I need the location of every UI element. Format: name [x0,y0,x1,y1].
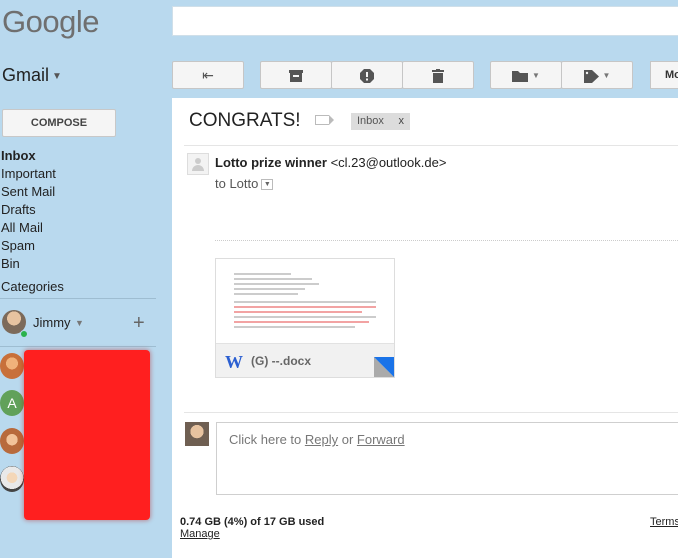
page-fold-icon [374,357,394,377]
back-button[interactable]: ⇤ [172,61,244,89]
move-to-button[interactable]: ▼ [490,61,562,89]
attachment-footer: W (G) --.docx [216,343,394,377]
attachment-name: (G) --.docx [251,354,311,368]
sidebar-item-categories[interactable]: Categories [1,279,64,294]
recipient-text: to Lotto [215,176,259,191]
message-subject: CONGRATS! [189,110,301,131]
report-spam-button[interactable] [331,61,403,89]
manage-storage-link[interactable]: Manage [180,528,220,540]
move-to-folder-icon [512,71,529,83]
sidebar-item-drafts[interactable]: Drafts [1,201,56,219]
attachment-preview [216,259,394,343]
sender-email: <cl.23@outlook.de> [330,155,447,170]
show-details-icon[interactable]: ▼ [261,179,274,191]
contact-avatar[interactable] [0,353,24,379]
report-spam-icon [360,69,374,84]
reply-box[interactable]: Click here to Reply or Forward [216,422,678,495]
recipient-line: to Lotto ▼ [215,176,274,191]
chevron-down-icon: ▼ [52,70,62,82]
labels-button[interactable]: ▼ [561,61,633,89]
label-tag-icon[interactable] [315,115,334,125]
chevron-down-icon[interactable]: ▼ [75,318,84,328]
reply-prompt: Click here to Reply or Forward [229,432,405,447]
attachment-card[interactable]: W (G) --.docx [215,258,395,378]
reading-pane: CONGRATS! Inbox x Lotto prize winner <cl… [172,98,678,558]
sidebar-item-inbox[interactable]: Inbox [1,147,56,165]
sender-line: Lotto prize winner <cl.23@outlook.de> [215,155,446,170]
labels-icon [583,69,599,83]
reply-prefix: Click here to [229,432,305,447]
chat-user-name[interactable]: Jimmy [33,315,71,330]
inbox-label-chip: Inbox x [351,113,410,130]
add-contact-icon[interactable]: + [133,312,145,335]
contact-avatar[interactable]: A [0,390,24,416]
archive-icon [289,70,303,83]
sidebar-item-spam[interactable]: Spam [1,237,56,255]
delete-icon [432,69,444,84]
reply-link[interactable]: Reply [305,432,338,447]
online-status-icon [20,330,28,338]
storage-usage: 0.74 GB (4%) of 17 GB used [180,516,325,528]
sidebar-item-bin[interactable]: Bin [1,255,56,273]
remove-label-button[interactable]: x [399,113,405,130]
divider [0,346,156,347]
archive-button[interactable] [260,61,332,89]
terms-link[interactable]: Terms [650,516,678,528]
back-arrow-icon: ⇤ [202,67,214,83]
user-avatar [185,422,209,446]
chevron-down-icon: ▼ [602,71,611,81]
left-sidebar: Gmail ▼ COMPOSE Inbox Important Sent Mail… [0,50,172,558]
chevron-down-icon: ▼ [532,71,540,81]
divider [0,298,156,299]
google-logo[interactable]: Google [2,4,99,40]
reply-or: or [338,432,357,447]
compose-button[interactable]: COMPOSE [2,109,116,137]
sidebar-item-all-mail[interactable]: All Mail [1,219,56,237]
delete-button[interactable] [402,61,474,89]
sender-avatar [187,153,209,175]
label-chip-text: Inbox [357,115,384,127]
forward-link[interactable]: Forward [357,432,405,447]
sidebar-item-sent-mail[interactable]: Sent Mail [1,183,56,201]
divider [184,412,678,413]
more-button[interactable]: Mo [650,61,678,89]
search-input[interactable] [172,6,678,36]
redaction-overlay [24,350,150,520]
top-bar: Google [0,0,678,50]
contact-avatar[interactable] [0,428,24,454]
folder-list: Inbox Important Sent Mail Drafts All Mai… [1,147,56,273]
gmail-app-switcher[interactable]: Gmail ▼ [2,65,62,86]
word-document-icon: W [225,352,243,372]
message-toolbar: ⇤ ▼ ▼ Mo [172,50,678,98]
gmail-label: Gmail [2,65,50,85]
contact-avatar[interactable] [0,466,24,492]
sidebar-item-important[interactable]: Important [1,165,56,183]
divider [184,145,678,146]
sender-name[interactable]: Lotto prize winner [215,155,327,170]
divider [215,240,678,241]
